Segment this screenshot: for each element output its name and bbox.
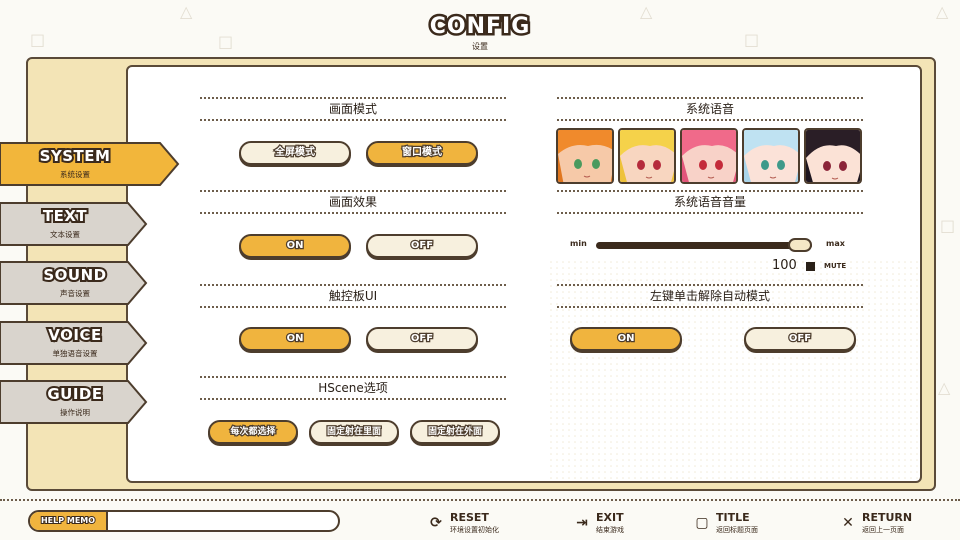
tab-label: SOUND	[41, 264, 108, 286]
title-sublabel: 返回标题页面	[716, 526, 758, 534]
tab-sublabel: 操作说明	[60, 408, 90, 417]
tab-voice[interactable]: VOICE 单独语音设置	[0, 319, 148, 369]
volume-value: 100	[772, 258, 797, 273]
screen-effect-on-button[interactable]: ON	[239, 234, 351, 258]
window-mode-button[interactable]: 窗口模式	[366, 141, 478, 165]
touchpad-ui-header: 触控板UI	[200, 284, 506, 308]
help-memo: HELP MEMO	[28, 510, 340, 532]
title-icon: ▢	[695, 515, 709, 531]
background-triangle-icon: △	[938, 378, 951, 397]
title-label: TITLE	[716, 511, 750, 524]
exit-icon: ⇥	[576, 515, 588, 531]
tab-label: SYSTEM	[38, 145, 112, 167]
touchpad-on-button[interactable]: ON	[239, 327, 351, 351]
portrait-image	[744, 130, 798, 182]
tab-sublabel: 单独语音设置	[52, 349, 98, 358]
character-portrait-2[interactable]	[618, 128, 676, 184]
footer-divider	[0, 499, 960, 501]
return-sublabel: 返回上一页面	[862, 526, 904, 534]
portrait-image	[558, 130, 612, 182]
tab-label: VOICE	[46, 324, 103, 346]
volume-slider-thumb[interactable]	[788, 238, 812, 252]
tab-system[interactable]: SYSTEM 系统设置	[0, 140, 180, 190]
tab-sublabel: 系统设置	[60, 170, 90, 179]
return-label: RETURN	[862, 511, 913, 524]
tab-sound[interactable]: SOUND 声音设置	[0, 259, 148, 309]
left-click-auto-on-button[interactable]: ON	[570, 327, 682, 351]
exit-sublabel: 结束游戏	[596, 526, 624, 534]
exit-label: EXIT	[596, 511, 624, 524]
tab-label: GUIDE	[45, 383, 104, 405]
portrait-image	[620, 130, 674, 182]
slider-min-label: min	[570, 239, 587, 248]
screen-mode-header: 画面模式	[200, 97, 506, 121]
mute-label: MUTE	[824, 262, 847, 270]
character-portrait-4[interactable]	[742, 128, 800, 184]
close-icon: ✕	[842, 515, 854, 531]
portrait-image	[682, 130, 736, 182]
refresh-icon: ⟳	[430, 515, 442, 531]
tab-guide[interactable]: GUIDE 操作说明	[0, 378, 148, 428]
left-click-auto-header: 左键单击解除自动模式	[557, 284, 863, 308]
volume-slider-track[interactable]	[596, 242, 812, 249]
character-portrait-5[interactable]	[804, 128, 862, 184]
system-voice-volume-header: 系统语音音量	[557, 190, 863, 214]
touchpad-off-button[interactable]: OFF	[366, 327, 478, 351]
background-square-icon: □	[940, 216, 956, 235]
tab-sublabel: 声音设置	[60, 289, 90, 298]
page-title: CONFIG	[427, 12, 532, 42]
left-click-auto-off-button[interactable]: OFF	[744, 327, 856, 351]
page-subtitle: 设置	[472, 42, 488, 51]
help-memo-label: HELP MEMO	[30, 512, 108, 530]
hscene-choose-each-button[interactable]: 每次都选择	[208, 420, 298, 444]
mute-checkbox[interactable]	[806, 262, 815, 271]
screen-effect-off-button[interactable]: OFF	[366, 234, 478, 258]
tab-sublabel: 文本设置	[50, 230, 80, 239]
reset-label: RESET	[450, 511, 489, 524]
screen-effect-header: 画面效果	[200, 190, 506, 214]
tab-label: TEXT	[41, 205, 89, 227]
reset-sublabel: 环境设置初始化	[450, 526, 499, 534]
system-voice-header: 系统语音	[557, 97, 863, 121]
slider-max-label: max	[826, 239, 845, 248]
portrait-image	[806, 130, 860, 182]
hscene-fixed-inside-button[interactable]: 固定射在里面	[309, 420, 399, 444]
character-portrait-1[interactable]	[556, 128, 614, 184]
tab-text[interactable]: TEXT 文本设置	[0, 200, 148, 250]
hscene-fixed-outside-button[interactable]: 固定射在外面	[410, 420, 500, 444]
character-portrait-3[interactable]	[680, 128, 738, 184]
hscene-header: HScene选项	[200, 376, 506, 400]
fullscreen-mode-button[interactable]: 全屏模式	[239, 141, 351, 165]
